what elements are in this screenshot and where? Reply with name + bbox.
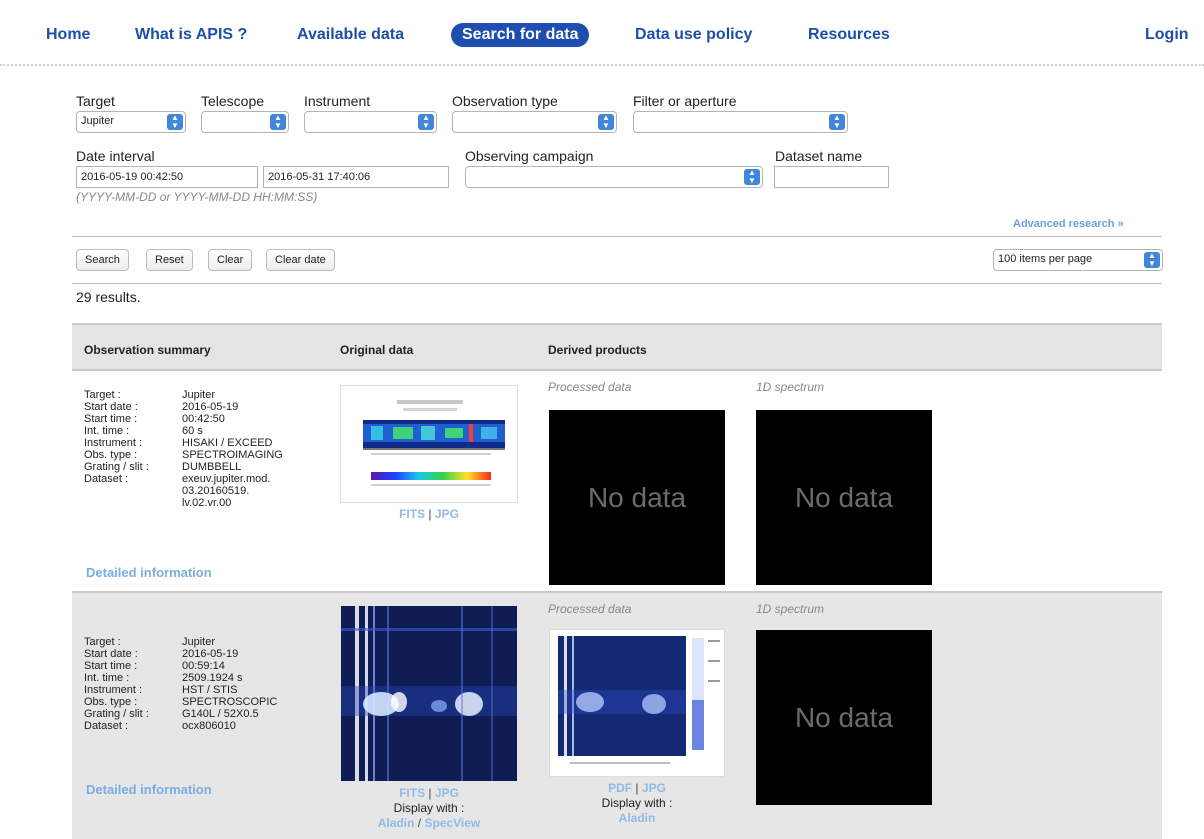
- fits-link[interactable]: FITS: [399, 786, 425, 800]
- nav-home[interactable]: Home: [46, 26, 90, 44]
- spectrum-placeholder: No data: [756, 630, 932, 805]
- date-end-input[interactable]: 2016-05-31 17:40:06: [263, 166, 449, 188]
- select-arrows-icon: ▲ ▼: [270, 114, 286, 130]
- search-button[interactable]: Search: [76, 249, 129, 271]
- original-viewer-links: Aladin / SpecView: [377, 816, 481, 830]
- fits-link[interactable]: FITS: [399, 507, 425, 521]
- date-interval-label: Date interval: [76, 148, 155, 164]
- jpg-link[interactable]: JPG: [642, 781, 666, 795]
- divider: [72, 236, 1162, 237]
- nav-login[interactable]: Login: [1145, 26, 1189, 44]
- spectrum-placeholder: No data: [756, 410, 932, 585]
- jpg-link[interactable]: JPG: [435, 786, 459, 800]
- display-with-label: Display with :: [601, 796, 673, 810]
- date-start-input[interactable]: 2016-05-19 00:42:50: [76, 166, 258, 188]
- clear-date-button[interactable]: Clear date: [266, 249, 335, 271]
- table-row: Target : Jupiter Start date :2016-05-19 S…: [72, 371, 1162, 591]
- advanced-research-link[interactable]: Advanced research »: [1013, 218, 1124, 230]
- jpg-link[interactable]: JPG: [435, 507, 459, 521]
- display-with-label: Display with :: [393, 801, 465, 815]
- select-arrows-icon: ▲ ▼: [418, 114, 434, 130]
- processed-data-placeholder: No data: [549, 410, 725, 585]
- processed-data-label: Processed data: [548, 602, 632, 616]
- detailed-information-link[interactable]: Detailed information: [86, 782, 212, 797]
- nav-search-for-data[interactable]: Search for data: [451, 23, 590, 47]
- divider: [72, 283, 1162, 284]
- nav-available-data[interactable]: Available data: [297, 26, 404, 44]
- processed-viewer-links: Aladin: [549, 811, 725, 825]
- pdf-link[interactable]: PDF: [608, 781, 632, 795]
- nav-data-use-policy[interactable]: Data use policy: [635, 26, 752, 44]
- aladin-link[interactable]: Aladin: [378, 816, 415, 830]
- nav-what-is-apis[interactable]: What is APIS ?: [135, 26, 247, 44]
- telescope-select[interactable]: ▲ ▼: [201, 111, 289, 133]
- dataset-name-input[interactable]: [774, 166, 889, 188]
- observing-campaign-label: Observing campaign: [465, 148, 594, 164]
- original-data-links: FITS | JPG: [399, 507, 459, 521]
- col-original-data: Original data: [340, 343, 414, 357]
- results-table-header: Observation summary Original data Derive…: [72, 323, 1162, 371]
- top-navigation: Home What is APIS ? Available data Searc…: [0, 0, 1204, 66]
- spectrum-label: 1D spectrum: [756, 602, 825, 616]
- select-arrows-icon: ▲ ▼: [829, 114, 845, 130]
- nav-resources[interactable]: Resources: [808, 26, 890, 44]
- original-data-thumbnail[interactable]: [341, 606, 517, 781]
- observation-type-label: Observation type: [452, 93, 558, 109]
- target-value: Jupiter: [81, 115, 115, 127]
- original-data-thumbnail[interactable]: [340, 385, 518, 503]
- select-arrows-icon: ▲ ▼: [744, 169, 760, 185]
- detailed-information-link[interactable]: Detailed information: [86, 565, 212, 580]
- specview-link[interactable]: SpecView: [424, 816, 480, 830]
- target-select[interactable]: Jupiter ▲ ▼: [76, 111, 186, 133]
- clear-button[interactable]: Clear: [208, 249, 253, 271]
- instrument-label: Instrument: [304, 93, 371, 109]
- table-row: Target : Jupiter Start date :2016-05-19 S…: [72, 591, 1162, 839]
- observing-campaign-select[interactable]: ▲ ▼: [465, 166, 763, 188]
- processed-data-links: PDF | JPG: [608, 781, 666, 795]
- instrument-select[interactable]: ▲ ▼: [304, 111, 437, 133]
- target-label: Target: [76, 93, 115, 109]
- items-per-page-select[interactable]: 100 items per page ▲ ▼: [993, 249, 1163, 271]
- reset-button[interactable]: Reset: [146, 249, 193, 271]
- telescope-label: Telescope: [201, 93, 265, 109]
- filter-select[interactable]: ▲ ▼: [633, 111, 848, 133]
- filter-label: Filter or aperture: [633, 93, 737, 109]
- select-arrows-icon: ▲ ▼: [167, 114, 183, 130]
- date-format-hint: (YYYY-MM-DD or YYYY-MM-DD HH:MM:SS): [76, 190, 318, 204]
- select-arrows-icon: ▲ ▼: [598, 114, 614, 130]
- select-arrows-icon: ▲ ▼: [1144, 252, 1160, 268]
- observation-type-select[interactable]: ▲ ▼: [452, 111, 617, 133]
- original-data-links: FITS | JPG: [399, 786, 459, 800]
- processed-data-thumbnail[interactable]: [549, 629, 725, 777]
- col-derived-products: Derived products: [548, 343, 647, 357]
- dataset-name-label: Dataset name: [775, 148, 863, 164]
- col-observation-summary: Observation summary: [84, 343, 211, 357]
- spectrum-label: 1D spectrum: [756, 380, 825, 394]
- results-count: 29 results.: [76, 289, 141, 305]
- processed-data-label: Processed data: [548, 380, 632, 394]
- aladin-link[interactable]: Aladin: [619, 811, 656, 825]
